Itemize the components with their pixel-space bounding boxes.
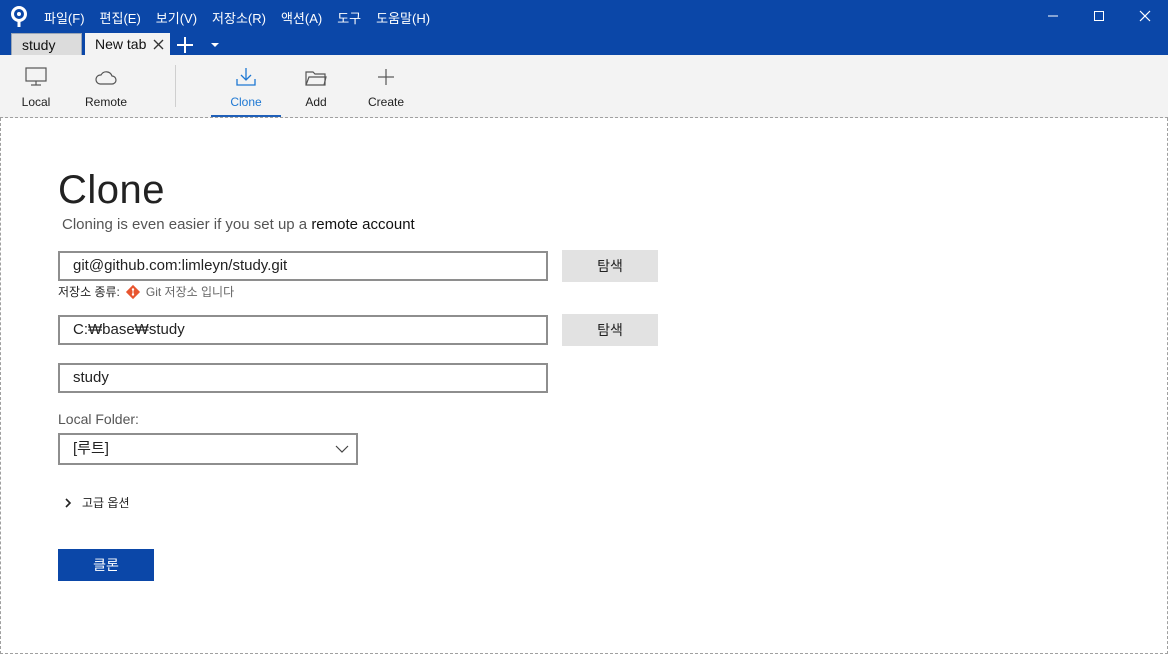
add-tab-icon[interactable]	[176, 36, 194, 54]
toolbar-add-button[interactable]: Add	[296, 55, 336, 117]
monitor-icon	[25, 67, 47, 86]
repo-type-row: 저장소 종류: Git 저장소 입니다	[58, 283, 234, 300]
toolbar-create-button[interactable]: Create	[364, 55, 408, 117]
toolbar-remote-button[interactable]: Remote	[80, 55, 132, 117]
chevron-down-icon	[335, 445, 349, 453]
cloud-icon	[95, 71, 117, 85]
maximize-icon	[1094, 11, 1104, 21]
close-window-button[interactable]	[1122, 0, 1168, 32]
toolbar-divider	[175, 65, 176, 107]
toolbar-local-label: Local	[21, 95, 51, 109]
tab-label: study	[22, 37, 56, 53]
browse-source-button[interactable]: 탐색	[562, 250, 658, 282]
download-icon	[236, 68, 256, 86]
clone-button[interactable]: 클론	[58, 549, 154, 581]
tab-label: New tab	[95, 36, 147, 52]
tab-new-tab[interactable]: New tab	[85, 33, 170, 55]
minimize-icon	[1048, 15, 1058, 17]
menu-tools[interactable]: 도구	[337, 8, 361, 27]
toolbar-clone-label: Clone	[230, 95, 262, 109]
clone-panel: Clone Cloning is even easier if you set …	[0, 118, 1168, 654]
subtitle-text: Cloning is even easier if you set up a	[62, 216, 312, 233]
menu-help[interactable]: 도움말(H)	[376, 8, 430, 27]
sourcetree-logo-icon	[11, 6, 27, 27]
menu-file[interactable]: 파일(F)	[44, 8, 85, 27]
maximize-button[interactable]	[1076, 0, 1122, 32]
close-icon	[1139, 10, 1151, 22]
title-bar: 파일(F) 편집(E) 보기(V) 저장소(R) 액션(A) 도구 도움말(H)…	[0, 0, 1168, 55]
git-icon	[125, 284, 140, 299]
repo-type-value: Git 저장소 입니다	[145, 285, 235, 299]
folder-icon	[305, 71, 327, 86]
source-url-input[interactable]: git@github.com:limleyn/study.git	[58, 251, 548, 281]
local-folder-label: Local Folder:	[58, 411, 139, 427]
chevron-right-icon	[65, 497, 72, 508]
toolbar-remote-label: Remote	[84, 95, 128, 109]
tab-study[interactable]: study	[11, 33, 82, 55]
remote-account-link[interactable]: remote account	[311, 216, 414, 233]
minimize-button[interactable]	[1030, 0, 1076, 32]
toolbar-local-button[interactable]: Local	[16, 55, 56, 117]
local-folder-value: [루트]	[73, 440, 109, 457]
advanced-options-toggle[interactable]: 고급 옵션	[64, 494, 130, 511]
menu-edit[interactable]: 편집(E)	[100, 8, 141, 27]
menu-view[interactable]: 보기(V)	[156, 8, 197, 27]
close-icon[interactable]	[153, 39, 164, 50]
plus-icon	[378, 69, 394, 85]
toolbar-add-label: Add	[305, 95, 327, 109]
subtitle: Cloning is even easier if you set up a r…	[62, 216, 415, 233]
local-folder-select[interactable]: [루트]	[58, 433, 358, 465]
menu-repository[interactable]: 저장소(R)	[212, 8, 266, 27]
chevron-down-icon[interactable]	[209, 40, 221, 50]
menu-actions[interactable]: 액션(A)	[281, 8, 322, 27]
destination-path-input[interactable]: C:₩base₩study	[58, 315, 548, 345]
toolbar-clone-button[interactable]: Clone	[211, 55, 281, 117]
repo-type-label: 저장소 종류:	[58, 285, 120, 299]
menu-bar: 파일(F) 편집(E) 보기(V) 저장소(R) 액션(A) 도구 도움말(H)	[44, 8, 430, 27]
advanced-options-label: 고급 옵션	[82, 496, 130, 510]
toolbar-create-label: Create	[367, 95, 405, 109]
name-input[interactable]: study	[58, 363, 548, 393]
page-title: Clone	[58, 168, 166, 212]
toolbar: Local Remote Clone Add Create	[0, 55, 1168, 118]
browse-destination-button[interactable]: 탐색	[562, 314, 658, 346]
